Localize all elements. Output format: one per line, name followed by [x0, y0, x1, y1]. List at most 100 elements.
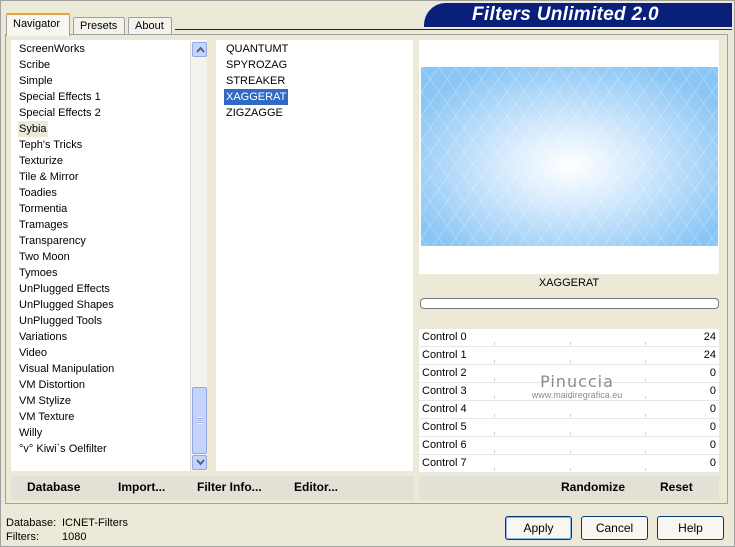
- status-area: Database: ICNET-Filters Filters: 1080: [6, 516, 128, 544]
- slider-tick: [494, 432, 495, 435]
- slider-tick: [494, 342, 495, 345]
- filter-list: QUANTUMT SPYROZAG STREAKER XAGGERAT ZIGZAGGE: [224, 41, 290, 121]
- filter-item[interactable]: ZIGZAGGE: [224, 107, 285, 119]
- control-slider-row[interactable]: Control 2 0: [419, 365, 719, 383]
- apply-button[interactable]: Apply: [505, 516, 572, 540]
- editor-button[interactable]: Editor...: [294, 480, 338, 494]
- chevron-up-icon: [196, 46, 205, 53]
- category-item[interactable]: UnPlugged Tools: [18, 315, 103, 327]
- filter-item[interactable]: XAGGERAT: [224, 89, 289, 105]
- control-label: Control 5: [422, 421, 467, 433]
- filter-item[interactable]: SPYROZAG: [224, 59, 289, 71]
- filter-item[interactable]: QUANTUMT: [224, 43, 290, 55]
- preview-panel: [419, 40, 719, 274]
- category-item[interactable]: Tymoes: [18, 267, 59, 279]
- category-item[interactable]: Tramages: [18, 219, 69, 231]
- status-filters-value: 1080: [62, 531, 87, 543]
- slider-tick: [570, 378, 571, 381]
- slider-tick: [645, 432, 646, 435]
- progress-bar: [420, 298, 719, 309]
- category-list-panel: ScreenWorks Scribe Simple Special Effects 1…: [11, 40, 207, 471]
- category-item[interactable]: Tormentia: [18, 203, 68, 215]
- control-value: 0: [709, 367, 716, 379]
- control-label: Control 7: [422, 457, 467, 469]
- control-label: Control 6: [422, 439, 467, 451]
- category-item[interactable]: VM Texture: [18, 411, 75, 423]
- tab-presets[interactable]: Presets: [73, 17, 125, 35]
- category-item[interactable]: Two Moon: [18, 251, 71, 263]
- category-item[interactable]: Teph's Tricks: [18, 139, 83, 151]
- slider-tick: [494, 360, 495, 363]
- category-item[interactable]: Variations: [18, 331, 68, 343]
- filter-list-panel: QUANTUMT SPYROZAG STREAKER XAGGERAT ZIGZAGGE: [216, 40, 413, 471]
- slider-tick: [570, 396, 571, 399]
- app-title-banner: Filters Unlimited 2.0: [424, 3, 732, 27]
- control-slider-row[interactable]: Control 5 0: [419, 419, 719, 437]
- category-item[interactable]: Texturize: [18, 155, 64, 167]
- category-item[interactable]: Willy: [18, 427, 43, 439]
- control-value: 0: [709, 457, 716, 469]
- category-item[interactable]: Tile & Mirror: [18, 171, 79, 183]
- category-item[interactable]: UnPlugged Shapes: [18, 299, 115, 311]
- filter-item[interactable]: STREAKER: [224, 75, 287, 87]
- randomize-button[interactable]: Randomize: [561, 480, 625, 494]
- help-button[interactable]: Help: [657, 516, 724, 540]
- category-item[interactable]: UnPlugged Effects: [18, 283, 111, 295]
- slider-tick: [645, 450, 646, 453]
- scroll-thumb[interactable]: [192, 387, 207, 454]
- category-item[interactable]: ScreenWorks: [18, 43, 86, 55]
- left-toolbar: Database Import... Filter Info... Editor…: [11, 476, 414, 500]
- slider-tick: [570, 342, 571, 345]
- scroll-up-button[interactable]: [192, 42, 207, 57]
- slider-tick: [645, 360, 646, 363]
- slider-tick: [645, 342, 646, 345]
- filter-info-button[interactable]: Filter Info...: [197, 480, 262, 494]
- slider-tick: [570, 414, 571, 417]
- control-label: Control 3: [422, 385, 467, 397]
- category-item[interactable]: Video: [18, 347, 48, 359]
- category-item[interactable]: VM Distortion: [18, 379, 86, 391]
- category-scrollbar[interactable]: [190, 41, 207, 471]
- category-item[interactable]: Scribe: [18, 59, 51, 71]
- slider-tick: [645, 396, 646, 399]
- control-value: 0: [709, 439, 716, 451]
- scroll-down-button[interactable]: [192, 455, 207, 470]
- category-item[interactable]: Special Effects 2: [18, 107, 102, 119]
- category-item[interactable]: Special Effects 1: [18, 91, 102, 103]
- category-item[interactable]: Transparency: [18, 235, 87, 247]
- right-toolbar: Randomize Reset: [419, 476, 719, 500]
- slider-tick: [570, 360, 571, 363]
- control-slider-row[interactable]: Control 7 0: [419, 455, 719, 473]
- control-slider-row[interactable]: Control 4 0: [419, 401, 719, 419]
- slider-tick: [645, 468, 646, 471]
- slider-tick: [494, 414, 495, 417]
- category-item[interactable]: Visual Manipulation: [18, 363, 115, 375]
- category-item[interactable]: Sybia: [18, 121, 48, 137]
- control-slider-row[interactable]: Control 6 0: [419, 437, 719, 455]
- selected-filter-name: XAGGERAT: [538, 277, 600, 289]
- category-item[interactable]: Simple: [18, 75, 54, 87]
- control-slider-row[interactable]: Control 3 0: [419, 383, 719, 401]
- slider-tick: [570, 450, 571, 453]
- status-database-value: ICNET-Filters: [62, 517, 128, 529]
- tab-about[interactable]: About: [128, 17, 172, 35]
- control-slider-row[interactable]: Control 1 24: [419, 347, 719, 365]
- control-value: 0: [709, 385, 716, 397]
- cancel-button[interactable]: Cancel: [581, 516, 648, 540]
- category-item[interactable]: Toadies: [18, 187, 58, 199]
- control-slider-row[interactable]: Control 0 24: [419, 329, 719, 347]
- reset-button[interactable]: Reset: [660, 480, 693, 494]
- tab-navigator[interactable]: Navigator: [6, 13, 70, 36]
- slider-tick: [494, 378, 495, 381]
- category-item[interactable]: °v° Kiwi`s Oelfilter: [18, 443, 108, 455]
- slider-tick: [494, 450, 495, 453]
- slider-tick: [570, 432, 571, 435]
- grip-icon: [197, 417, 203, 424]
- database-button[interactable]: Database: [27, 480, 80, 494]
- status-database-label: Database:: [6, 517, 57, 529]
- status-filters-label: Filters:: [6, 531, 39, 543]
- category-item[interactable]: VM Stylize: [18, 395, 72, 407]
- control-value: 0: [709, 421, 716, 433]
- import-button[interactable]: Import...: [118, 480, 165, 494]
- control-value: 0: [709, 403, 716, 415]
